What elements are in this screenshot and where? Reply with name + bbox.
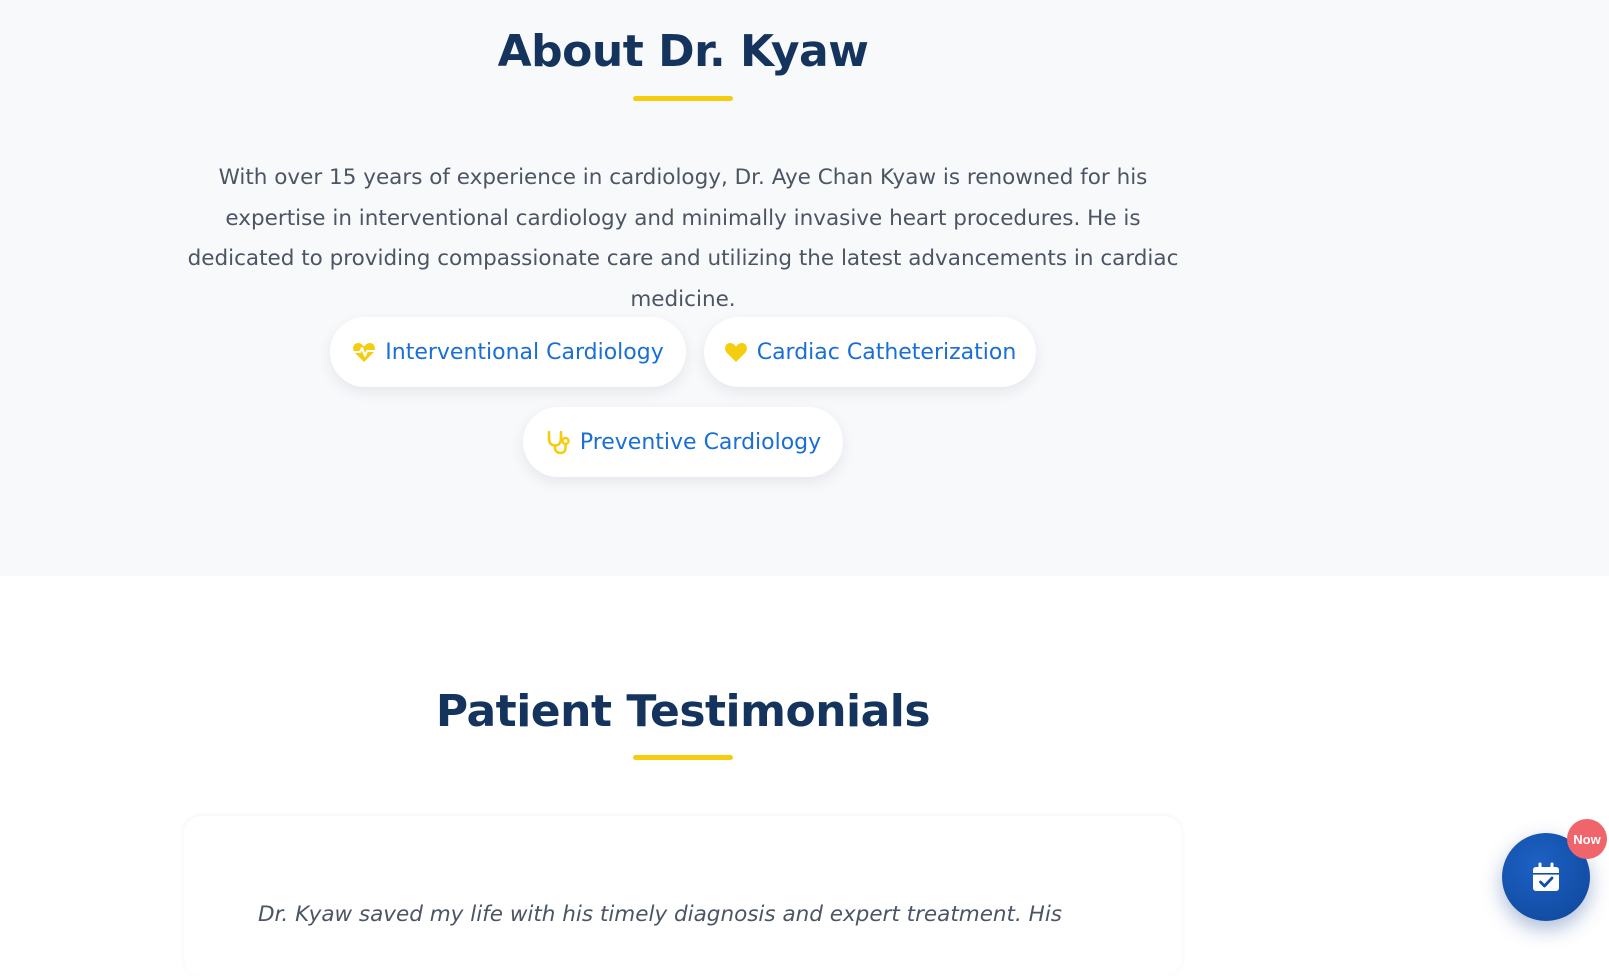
specialty-label: Preventive Cardiology [579,429,822,455]
specialty-label: Interventional Cardiology [385,339,664,365]
about-paragraph: With over 15 years of experience in card… [187,165,1179,312]
specialty-label: Cardiac Catheterization [756,339,1017,365]
about-section: About Dr. Kyaw With over 15 years of exp… [0,0,1609,576]
now-badge: Now [1567,819,1607,859]
testimonial-quote: Dr. Kyaw saved my life with his timely d… [258,902,1062,927]
calendar-check-icon [1533,862,1559,891]
specialty-chip-interventional-cardiology[interactable]: Interventional Cardiology [330,317,686,387]
about-title: About Dr. Kyaw [497,26,869,77]
specialty-chip-cardiac-catheterization[interactable]: Cardiac Catheterization [704,317,1036,387]
testimonials-title: Patient Testimonials [435,686,931,737]
testimonials-title-underline [633,755,733,760]
heart-icon [724,343,747,362]
stethoscope-icon [547,430,570,455]
about-title-underline [633,96,733,101]
heart-pulse-icon [353,343,376,362]
specialty-chip-preventive-cardiology[interactable]: Preventive Cardiology [523,407,843,477]
testimonial-card: Dr. Kyaw saved my life with his timely d… [184,816,1182,976]
